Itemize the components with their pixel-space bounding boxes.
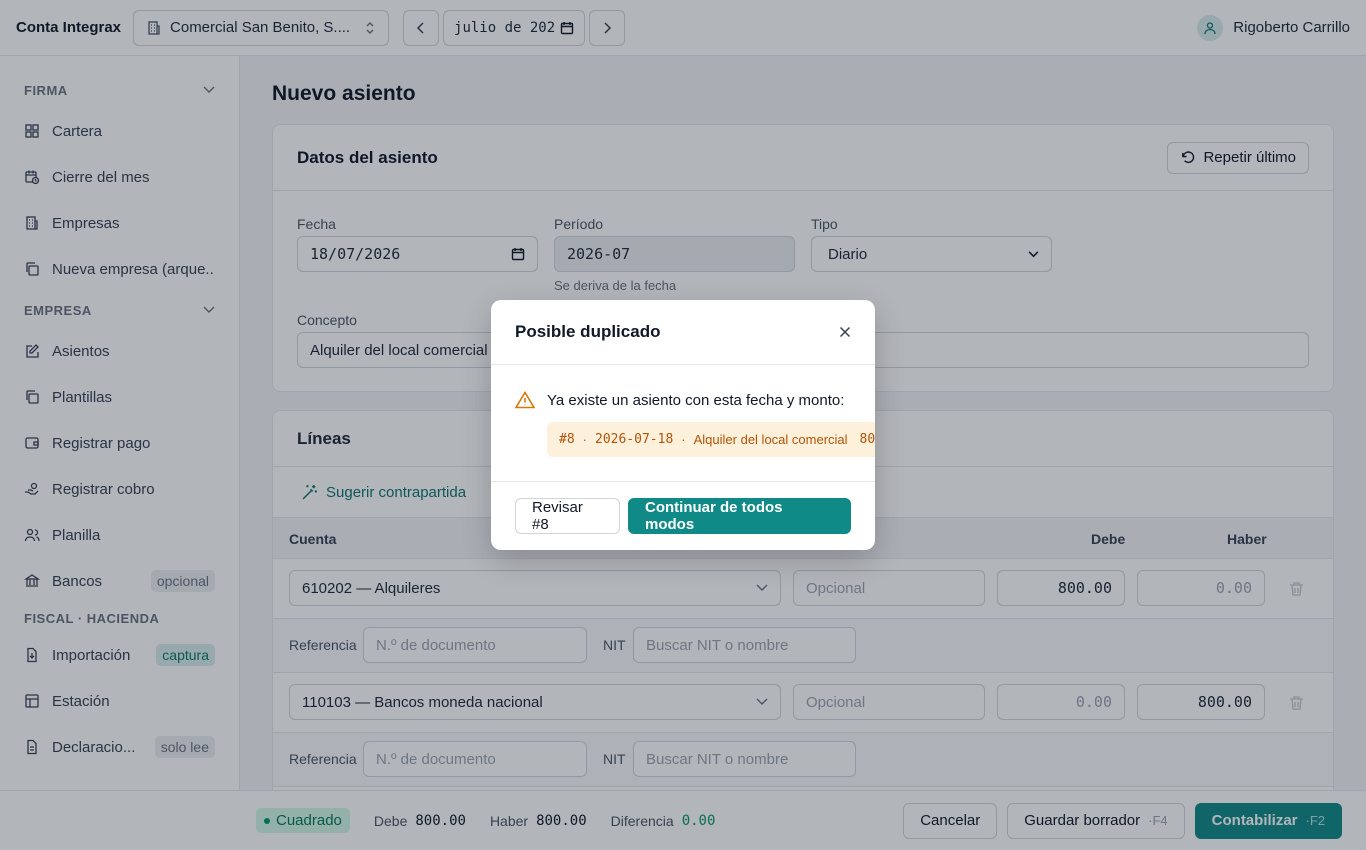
continue-anyway-button[interactable]: Continuar de todos modos: [628, 498, 851, 534]
dup-concept: Alquiler del local comercial: [693, 432, 848, 447]
warning-icon: [515, 391, 535, 409]
warning-text: Ya existe un asiento con esta fecha y mo…: [547, 391, 845, 409]
dup-amount: 800: [859, 432, 875, 447]
dialog-title: Posible duplicado: [515, 322, 661, 341]
review-button[interactable]: Revisar #8: [515, 498, 621, 534]
dup-date: 2026-07-18: [595, 432, 674, 447]
duplicate-warning-dialog: Posible duplicado Ya existe un asiento c…: [491, 300, 875, 550]
warning-message: Ya existe un asiento con esta fecha y mo…: [515, 391, 844, 409]
close-icon[interactable]: [839, 326, 851, 338]
dup-id: #8: [559, 432, 575, 447]
duplicate-entry-info: #8 · 2026-07-18 · Alquiler del local comer…: [547, 422, 875, 457]
